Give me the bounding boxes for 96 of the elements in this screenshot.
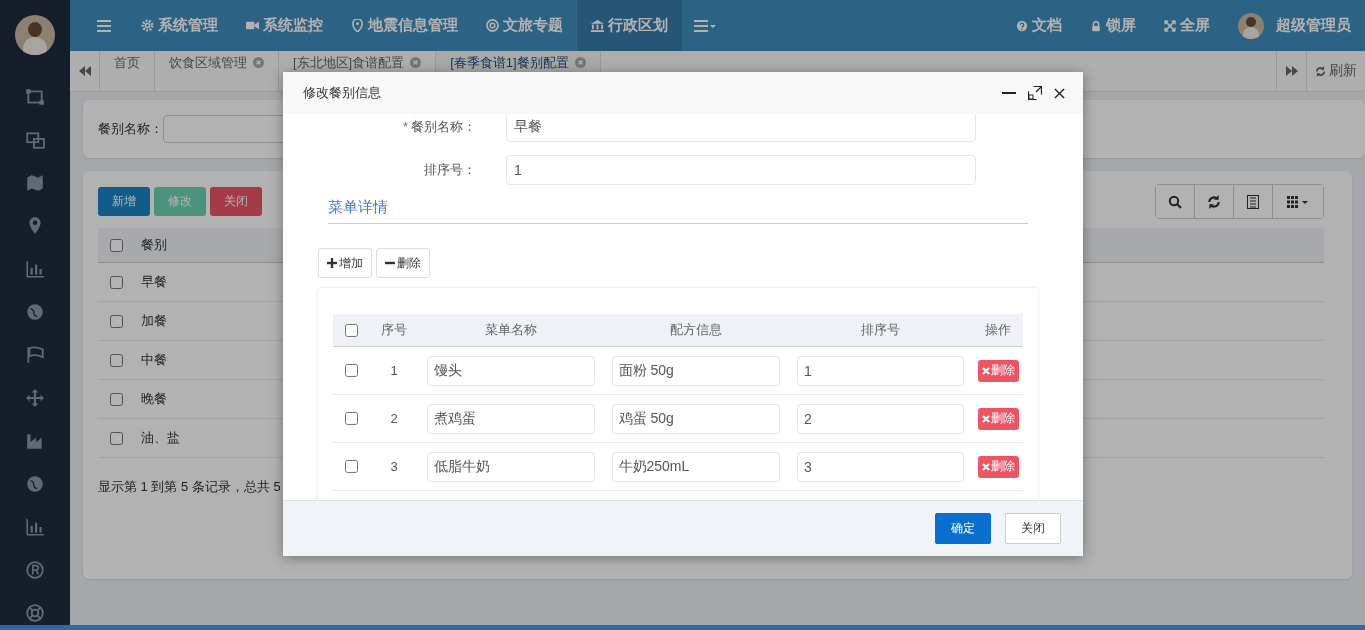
text-field[interactable]: 早餐 <box>506 114 976 142</box>
menu-icon[interactable] <box>97 19 111 32</box>
select-all-checkbox[interactable] <box>344 323 358 337</box>
menu-icon <box>692 19 718 32</box>
row-checkbox[interactable] <box>110 392 123 406</box>
row-number: 3 <box>389 459 399 474</box>
flag-icon[interactable] <box>25 345 45 365</box>
table-cell: 早餐 <box>141 273 167 291</box>
nav-menu-item[interactable]: 地震信息管理 <box>337 0 472 51</box>
refresh-icon <box>1315 65 1326 77</box>
network-icon[interactable] <box>25 130 45 150</box>
field-label: 排序号： <box>423 161 477 179</box>
video-camera-icon <box>246 19 259 32</box>
location-pin-icon <box>351 19 364 32</box>
double-left-arrow-icon <box>78 66 91 76</box>
user-menu[interactable]: 超级管理员 <box>1224 0 1365 51</box>
text-field[interactable]: 低脂牛奶 <box>427 451 595 482</box>
delete-button[interactable]: 删除 <box>977 359 1019 382</box>
close-icon[interactable] <box>1054 87 1065 99</box>
text-field[interactable]: 1 <box>797 355 964 386</box>
fullscreen-icon <box>1164 19 1176 32</box>
row-checkbox[interactable] <box>110 353 123 367</box>
page-tab[interactable]: 首页 <box>100 51 155 91</box>
search-button[interactable] <box>1156 185 1195 218</box>
close-button[interactable]: 关闭 <box>1005 513 1061 544</box>
text-field[interactable]: 面粉 50g <box>611 355 780 386</box>
nav-menu-item[interactable]: 文旅专题 <box>472 0 577 51</box>
section-title: 菜单详情 <box>328 198 1028 224</box>
row-checkbox[interactable] <box>344 460 358 473</box>
nav-menu-item[interactable]: 系统管理 <box>127 0 232 51</box>
column-header: 操作 <box>984 321 1012 339</box>
field-label: 餐别名称： <box>98 120 163 138</box>
help-icon <box>1016 19 1028 32</box>
frame-icon[interactable] <box>25 87 45 107</box>
bank-icon <box>591 19 604 32</box>
bar-chart-icon[interactable] <box>25 259 45 279</box>
confirm-button[interactable]: 确定 <box>935 513 991 544</box>
text-field[interactable]: 牛奶250mL <box>611 451 780 482</box>
column-header: 序号 <box>380 321 408 339</box>
remove-button[interactable]: 删除 <box>376 248 430 278</box>
nav-link[interactable]: 全屏 <box>1150 0 1224 51</box>
column-header: 排序号 <box>860 321 901 339</box>
row-checkbox[interactable] <box>110 314 123 328</box>
bar-chart-icon[interactable] <box>25 517 45 537</box>
text-field[interactable]: 鸡蛋 50g <box>611 403 780 434</box>
grid-icon <box>1286 195 1310 208</box>
toolbar-button[interactable]: 新增 <box>98 187 150 216</box>
page-tab[interactable]: 饮食区域管理 <box>155 51 279 91</box>
nav-link[interactable]: 锁屏 <box>1076 0 1150 51</box>
table-cell: 加餐 <box>141 312 167 330</box>
row-checkbox[interactable] <box>110 275 123 289</box>
delete-button[interactable]: 删除 <box>977 455 1019 478</box>
column-header: 配方信息 <box>668 321 723 339</box>
text-field[interactable]: 馒头 <box>427 355 595 386</box>
row-checkbox[interactable] <box>344 412 358 425</box>
row-checkbox[interactable] <box>344 364 358 377</box>
registered-icon[interactable] <box>25 560 45 580</box>
delete-button[interactable]: 删除 <box>977 407 1019 430</box>
pagination-info: 显示第 1 到第 5 条记录，总共 5 <box>98 478 282 496</box>
close-icon <box>981 414 990 423</box>
add-button[interactable]: 增加 <box>318 248 372 278</box>
column-header: 餐别 <box>141 236 167 254</box>
column-header: 菜单名称 <box>484 321 538 339</box>
user-avatar <box>1238 12 1264 39</box>
table-cell: 油、盐 <box>141 429 180 447</box>
map-icon[interactable] <box>25 173 45 193</box>
nav-link[interactable]: 文档 <box>1002 0 1076 51</box>
globe-icon[interactable] <box>25 474 45 494</box>
select-all-checkbox[interactable] <box>110 238 123 252</box>
gear-icon <box>141 19 154 32</box>
refresh-icon <box>1207 194 1221 209</box>
maximize-icon[interactable] <box>1028 86 1042 100</box>
row-number: 2 <box>389 411 399 426</box>
table-cell: 晚餐 <box>141 390 167 408</box>
move-arrows-icon[interactable] <box>25 388 45 408</box>
nav-menu-item[interactable]: 行政区划 <box>577 0 682 51</box>
lock-icon <box>1090 19 1102 32</box>
factory-icon[interactable] <box>25 431 45 451</box>
row-checkbox[interactable] <box>110 431 123 445</box>
text-field[interactable]: 1 <box>506 155 976 185</box>
toolbar-button[interactable]: 关闭 <box>210 187 262 216</box>
text-field[interactable]: 2 <box>797 403 964 434</box>
globe-icon[interactable] <box>25 302 45 322</box>
double-right-arrow-icon <box>1285 66 1298 76</box>
text-field[interactable]: 煮鸡蛋 <box>427 403 595 434</box>
close-icon <box>981 366 990 375</box>
plus-icon <box>327 258 337 268</box>
field-label: * 餐别名称： <box>401 118 477 136</box>
table-cell: 中餐 <box>141 351 167 369</box>
close-icon <box>981 462 990 471</box>
text-field[interactable]: 3 <box>797 451 964 482</box>
list-icon <box>1247 194 1259 209</box>
search-icon <box>1168 194 1182 209</box>
avatar[interactable] <box>15 15 55 55</box>
row-number: 1 <box>389 363 399 378</box>
nav-menu-item[interactable]: 系统监控 <box>232 0 337 51</box>
